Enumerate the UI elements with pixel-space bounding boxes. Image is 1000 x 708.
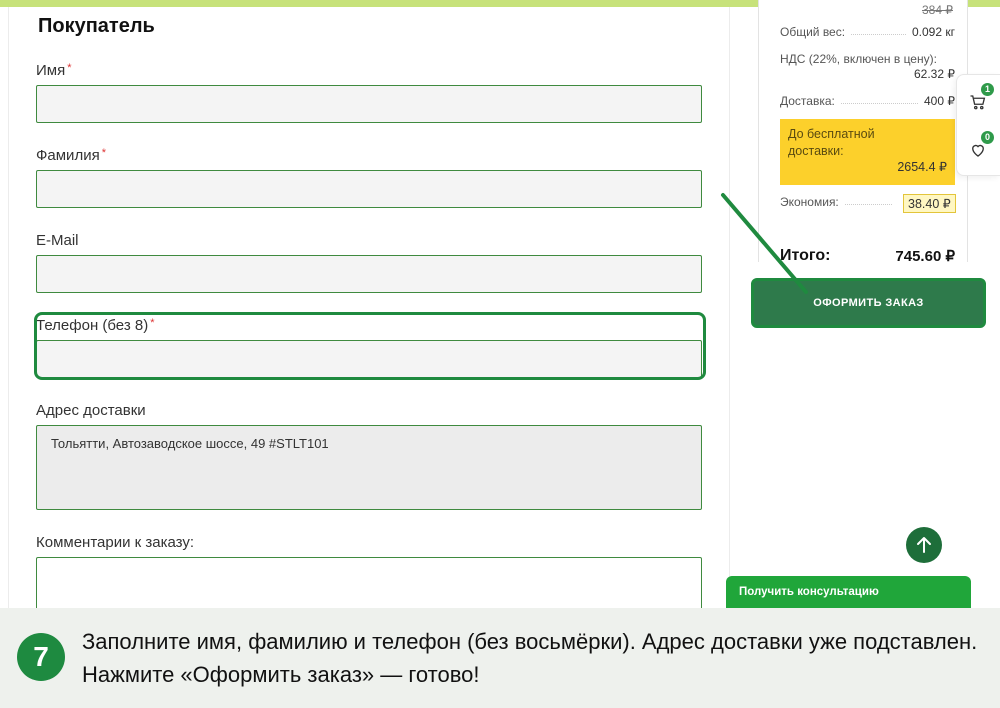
comment-label-text: Комментарии к заказу: bbox=[36, 534, 195, 551]
cart-icon bbox=[969, 95, 987, 115]
required-mark: * bbox=[67, 62, 72, 74]
address-label-text: Адрес доставки bbox=[36, 402, 146, 419]
first-name-label: Имя * bbox=[36, 62, 72, 79]
economy-row: Экономия: bbox=[780, 195, 898, 209]
form-title: Покупатель bbox=[38, 15, 155, 37]
address-textarea[interactable]: Тольятти, Автозаводское шоссе, 49 #STLT1… bbox=[36, 425, 702, 510]
place-order-button[interactable]: ОФОРМИТЬ ЗАКАЗ bbox=[751, 278, 986, 328]
arrow-up-icon bbox=[906, 537, 942, 567]
heart-icon bbox=[969, 144, 987, 163]
step-number-badge: 7 bbox=[17, 633, 65, 681]
phone-label: Телефон (без 8) * bbox=[36, 317, 155, 334]
first-name-label-text: Имя bbox=[36, 62, 66, 79]
wishlist-count-badge: 0 bbox=[981, 131, 994, 144]
first-name-input[interactable] bbox=[36, 85, 702, 123]
old-price: 384 ₽ bbox=[922, 3, 953, 17]
last-name-label-text: Фамилия bbox=[36, 147, 100, 164]
last-name-input[interactable] bbox=[36, 170, 702, 208]
last-name-label: Фамилия * bbox=[36, 147, 106, 164]
economy-value: 38.40 ₽ bbox=[903, 194, 956, 213]
instruction-text: Заполните имя, фамилию и телефон (без во… bbox=[82, 629, 978, 687]
vat-label: НДС (22%, включен в цену): bbox=[780, 52, 937, 66]
vat-row: НДС (22%, включен в цену): bbox=[780, 52, 955, 66]
weight-value: 0.092 кг bbox=[912, 25, 955, 39]
email-input[interactable] bbox=[36, 255, 702, 293]
weight-row: Общий вес: 0.092 кг bbox=[780, 25, 955, 39]
weight-label: Общий вес: bbox=[780, 25, 846, 39]
side-floating-panel: 1 0 bbox=[956, 74, 1000, 176]
total-value: 745.60 ₽ bbox=[895, 248, 955, 265]
free-delivery-box: До бесплатной доставки: 2654.4 ₽ bbox=[780, 119, 955, 185]
dot-leader bbox=[851, 25, 906, 35]
scroll-to-top-button[interactable] bbox=[906, 527, 942, 563]
free-delivery-label: До бесплатной доставки: bbox=[788, 127, 875, 158]
comment-label: Комментарии к заказу: bbox=[36, 534, 194, 551]
phone-label-text: Телефон (без 8) bbox=[36, 317, 149, 334]
delivery-value: 400 ₽ bbox=[924, 94, 955, 108]
delivery-row: Доставка: 400 ₽ bbox=[780, 94, 955, 108]
address-label: Адрес доставки bbox=[36, 402, 146, 419]
dot-leader bbox=[844, 195, 892, 205]
vat-value: 62.32 ₽ bbox=[914, 67, 955, 81]
instruction-caption: 7 Заполните имя, фамилию и телефон (без … bbox=[0, 608, 1000, 708]
delivery-label: Доставка: bbox=[780, 94, 835, 108]
required-mark: * bbox=[150, 317, 155, 329]
consultation-button[interactable]: Получить консультацию bbox=[726, 576, 971, 612]
email-label-text: E-Mail bbox=[36, 232, 79, 249]
wishlist-button[interactable]: 0 bbox=[969, 131, 994, 163]
cart-button[interactable]: 1 bbox=[969, 83, 994, 115]
email-label: E-Mail bbox=[36, 232, 79, 249]
dot-leader bbox=[840, 94, 918, 104]
free-delivery-value: 2654.4 ₽ bbox=[897, 160, 947, 174]
total-label: Итого: bbox=[780, 247, 831, 264]
phone-input[interactable] bbox=[36, 340, 702, 378]
economy-label: Экономия: bbox=[780, 195, 839, 209]
cart-count-badge: 1 bbox=[981, 83, 994, 96]
required-mark: * bbox=[101, 147, 106, 159]
